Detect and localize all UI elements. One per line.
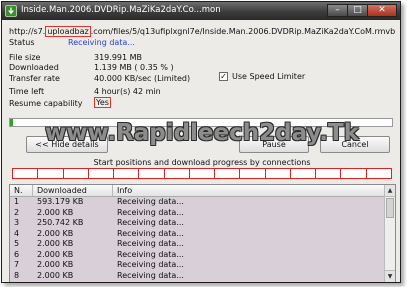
connection-segment [367, 169, 391, 178]
url-line: http://s7. uploadbaz .com/files/5/q13ufipl… [9, 26, 396, 37]
list-body: 1 593.179 KB Receiving data... 2 2.000 KB Rec… [10, 197, 384, 282]
connection-segment [266, 169, 291, 178]
row-info: Receiving data... [117, 239, 184, 248]
row-downloaded: 2.000 KB [37, 260, 74, 269]
url-rest: .com/files/5/q13ufiplxgnl7e/Inside.Man.2… [90, 27, 396, 36]
url-host-highlight: uploadbaz [45, 26, 91, 37]
column-header-number[interactable]: N. [10, 185, 33, 196]
row-downloaded: 593.179 KB [37, 197, 84, 206]
column-header-info[interactable]: Info [113, 185, 383, 196]
speed-limiter-checkbox[interactable]: ✓ [219, 72, 228, 81]
maximize-icon: □ [353, 5, 362, 15]
connection-segment [341, 169, 367, 178]
connection-segment [38, 169, 64, 178]
pause-button[interactable]: Pause [239, 136, 309, 153]
connection-segment [215, 169, 241, 178]
table-row[interactable]: 1 593.179 KB Receiving data... [10, 197, 384, 208]
connection-segment [13, 169, 39, 178]
minimize-icon: – [335, 5, 340, 15]
resume-capability-value: Yes [94, 97, 111, 108]
window-controls: – □ ✕ [327, 4, 397, 18]
transfer-rate-label: Transfer rate [9, 74, 60, 83]
row-info: Receiving data... [117, 218, 184, 227]
row-downloaded: 2.000 KB [37, 228, 74, 238]
column-header-downloaded[interactable]: Downloaded [33, 185, 113, 196]
status-value: Receiving data... [68, 38, 135, 47]
connection-segment [165, 169, 190, 178]
list-scrollbar[interactable]: ▲ ▼ [384, 185, 395, 282]
table-row[interactable]: 5 2.000 KB Receiving data... [10, 239, 384, 250]
connection-segment [139, 169, 165, 178]
idm-app-icon [5, 5, 17, 17]
connection-segment [89, 169, 115, 178]
row-downloaded: 2.000 KB [37, 249, 74, 259]
table-row[interactable]: 3 250.742 KB Receiving data... [10, 218, 384, 229]
time-left-label: Time left [9, 87, 45, 96]
url-prefix: http://s7. [9, 27, 46, 36]
resume-yes-highlight: Yes [94, 97, 111, 108]
scroll-down-icon[interactable]: ▼ [385, 270, 395, 282]
scroll-up-icon[interactable]: ▲ [385, 185, 395, 197]
row-info: Receiving data... [117, 260, 184, 269]
table-row[interactable]: 4 2.000 KB Receiving data... [10, 229, 384, 240]
connection-segment [114, 169, 140, 178]
connection-segment [240, 169, 266, 178]
downloaded-label: Downloaded [9, 63, 59, 72]
time-left-value: 4 hour(s) 42 min [94, 87, 161, 96]
maximize-button[interactable]: □ [347, 4, 367, 17]
table-row[interactable]: 7 2.000 KB Receiving data... [10, 260, 384, 271]
connection-segment [64, 169, 89, 178]
row-info: Receiving data... [117, 197, 184, 206]
close-button[interactable]: ✕ [367, 4, 397, 17]
transfer-rate-value: 40.000 KB/sec (Limited) [94, 74, 191, 83]
checkmark-icon: ✓ [220, 72, 227, 81]
scroll-thumb[interactable] [386, 198, 394, 218]
row-info: Receiving data... [117, 207, 184, 217]
cancel-button[interactable]: Cancel [320, 136, 390, 153]
connections-list[interactable]: N. Downloaded Info 1 593.179 KB Receiving … [9, 184, 396, 282]
table-row[interactable]: 6 2.000 KB Receiving data... [10, 250, 384, 261]
connections-caption: Start positions and download progress by… [93, 158, 311, 167]
downloaded-value: 1.139 MB ( 0.35 % ) [94, 63, 174, 72]
hide-details-button[interactable]: << Hide details [26, 136, 108, 153]
progress-fill [10, 119, 14, 126]
table-row[interactable]: 8 2.000 KB Receiving data... [10, 271, 384, 282]
file-size-value: 319.991 MB [94, 53, 143, 62]
speed-limiter-option[interactable]: ✓ Use Speed Limiter [219, 72, 305, 81]
row-downloaded: 250.742 KB [37, 218, 84, 227]
connection-segment [316, 169, 342, 178]
connection-segment [291, 169, 317, 178]
connections-progress-bar [12, 168, 392, 179]
download-progress-bar [9, 118, 393, 127]
list-header: N. Downloaded Info [10, 185, 384, 197]
speed-limiter-label: Use Speed Limiter [232, 72, 306, 81]
row-info: Receiving data... [117, 270, 184, 280]
row-downloaded: 2.000 KB [37, 239, 74, 248]
minimize-button[interactable]: – [327, 4, 347, 17]
table-row[interactable]: 2 2.000 KB Receiving data... [10, 208, 384, 219]
row-info: Receiving data... [117, 228, 184, 238]
row-downloaded: 2.000 KB [37, 207, 74, 217]
status-label: Status [9, 38, 35, 47]
file-size-label: File size [9, 53, 41, 62]
connection-segment [190, 169, 216, 178]
row-downloaded: 2.000 KB [37, 270, 74, 280]
resume-capability-label: Resume capability [9, 99, 83, 108]
close-icon: ✕ [378, 5, 386, 15]
title-bar[interactable]: Inside.Man.2006.DVDRip.MaZiKa2daY.Co...m… [2, 2, 400, 20]
download-progress-window: Inside.Man.2006.DVDRip.MaZiKa2daY.Co...m… [1, 1, 401, 283]
row-info: Receiving data... [117, 249, 184, 259]
window-title: Inside.Man.2006.DVDRip.MaZiKa2daY.Co...m… [21, 5, 221, 15]
